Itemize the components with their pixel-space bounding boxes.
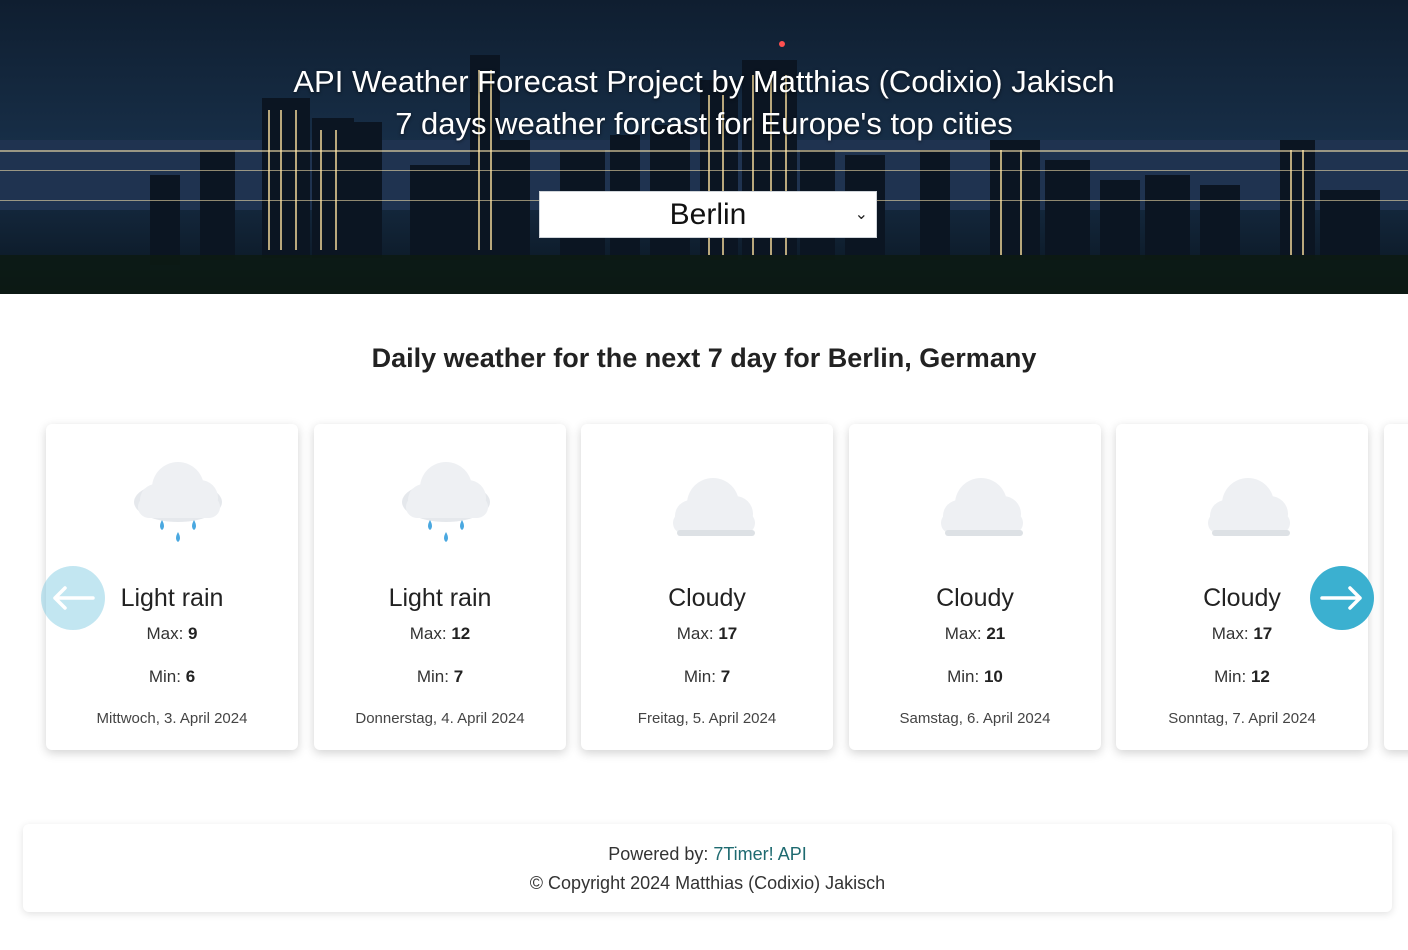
min-temp-value: 10 <box>983 667 1003 686</box>
forecast-card: Cloudy Max: 21 Min: 10 Samstag, 6. April… <box>849 424 1101 750</box>
max-temp: Max: 12 <box>409 624 471 643</box>
forecast-date: Donnerstag, 4. April 2024 <box>355 710 525 727</box>
forecast-card: Light rain Max: 12 Min: 7 Donnerstag, 4.… <box>314 424 566 750</box>
min-temp: Min: 7 <box>683 667 731 686</box>
max-temp: Max: 21 <box>944 624 1006 643</box>
cloud-icon <box>581 452 833 562</box>
min-temp-value: 7 <box>720 667 731 686</box>
condition-label: Cloudy <box>936 584 1014 612</box>
min-temp: Min: 12 <box>1214 667 1270 686</box>
max-temp-value: 17 <box>718 624 738 643</box>
forecast-card: Cloudy Max: 17 Min: 7 Freitag, 5. April … <box>581 424 833 750</box>
rain-cloud-icon <box>314 452 566 562</box>
forecast-date: Mittwoch, 3. April 2024 <box>96 710 248 727</box>
min-temp-value: 7 <box>453 667 464 686</box>
page-title: API Weather Forecast Project by Matthias… <box>293 64 1115 99</box>
city-select[interactable]: Berlin ⌄ <box>539 191 877 238</box>
city-skyline-image <box>0 0 1408 294</box>
chevron-down-icon: ⌄ <box>854 206 868 223</box>
max-temp: Max: 17 <box>676 624 738 643</box>
cloud-icon <box>849 452 1101 562</box>
max-temp-value: 21 <box>986 624 1006 643</box>
max-temp-value: 9 <box>188 624 198 643</box>
carousel-prev-button[interactable] <box>41 566 105 630</box>
forecast-date: Samstag, 6. April 2024 <box>899 710 1051 727</box>
max-temp-value: 12 <box>451 624 471 643</box>
api-link[interactable]: 7Timer! API <box>713 844 806 864</box>
rain-cloud-icon <box>46 452 298 562</box>
forecast-carousel: Light rain Max: 9 Min: 6 Mittwoch, 3. Ap… <box>0 410 1408 770</box>
footer: Powered by: 7Timer! API © Copyright 2024… <box>23 824 1392 912</box>
arrow-left-icon <box>53 586 95 610</box>
carousel-next-button[interactable] <box>1310 566 1374 630</box>
min-temp: Min: 10 <box>947 667 1003 686</box>
max-temp-value: 17 <box>1253 624 1273 643</box>
condition-label: Light rain <box>388 584 492 612</box>
page-subtitle: 7 days weather forcast for Europe's top … <box>395 106 1013 141</box>
copyright: © Copyright 2024 Matthias (Codixio) Jaki… <box>529 873 886 893</box>
min-temp-value: 6 <box>185 667 196 686</box>
min-temp: Min: 7 <box>416 667 464 686</box>
cloud-icon <box>1116 452 1368 562</box>
forecast-date: Sonntag, 7. April 2024 <box>1168 710 1316 727</box>
powered-by: Powered by: 7Timer! API <box>608 844 807 864</box>
forecast-date: Freitag, 5. April 2024 <box>637 710 777 727</box>
forecast-card-partial <box>1384 424 1408 750</box>
min-temp-value: 12 <box>1250 667 1270 686</box>
min-temp: Min: 6 <box>148 667 196 686</box>
hero-banner: API Weather Forecast Project by Matthias… <box>0 0 1408 294</box>
city-select-value: Berlin <box>669 197 747 231</box>
condition-label: Cloudy <box>668 584 746 612</box>
arrow-right-icon <box>1320 586 1362 610</box>
forecast-heading: Daily weather for the next 7 day for Ber… <box>371 343 1037 373</box>
